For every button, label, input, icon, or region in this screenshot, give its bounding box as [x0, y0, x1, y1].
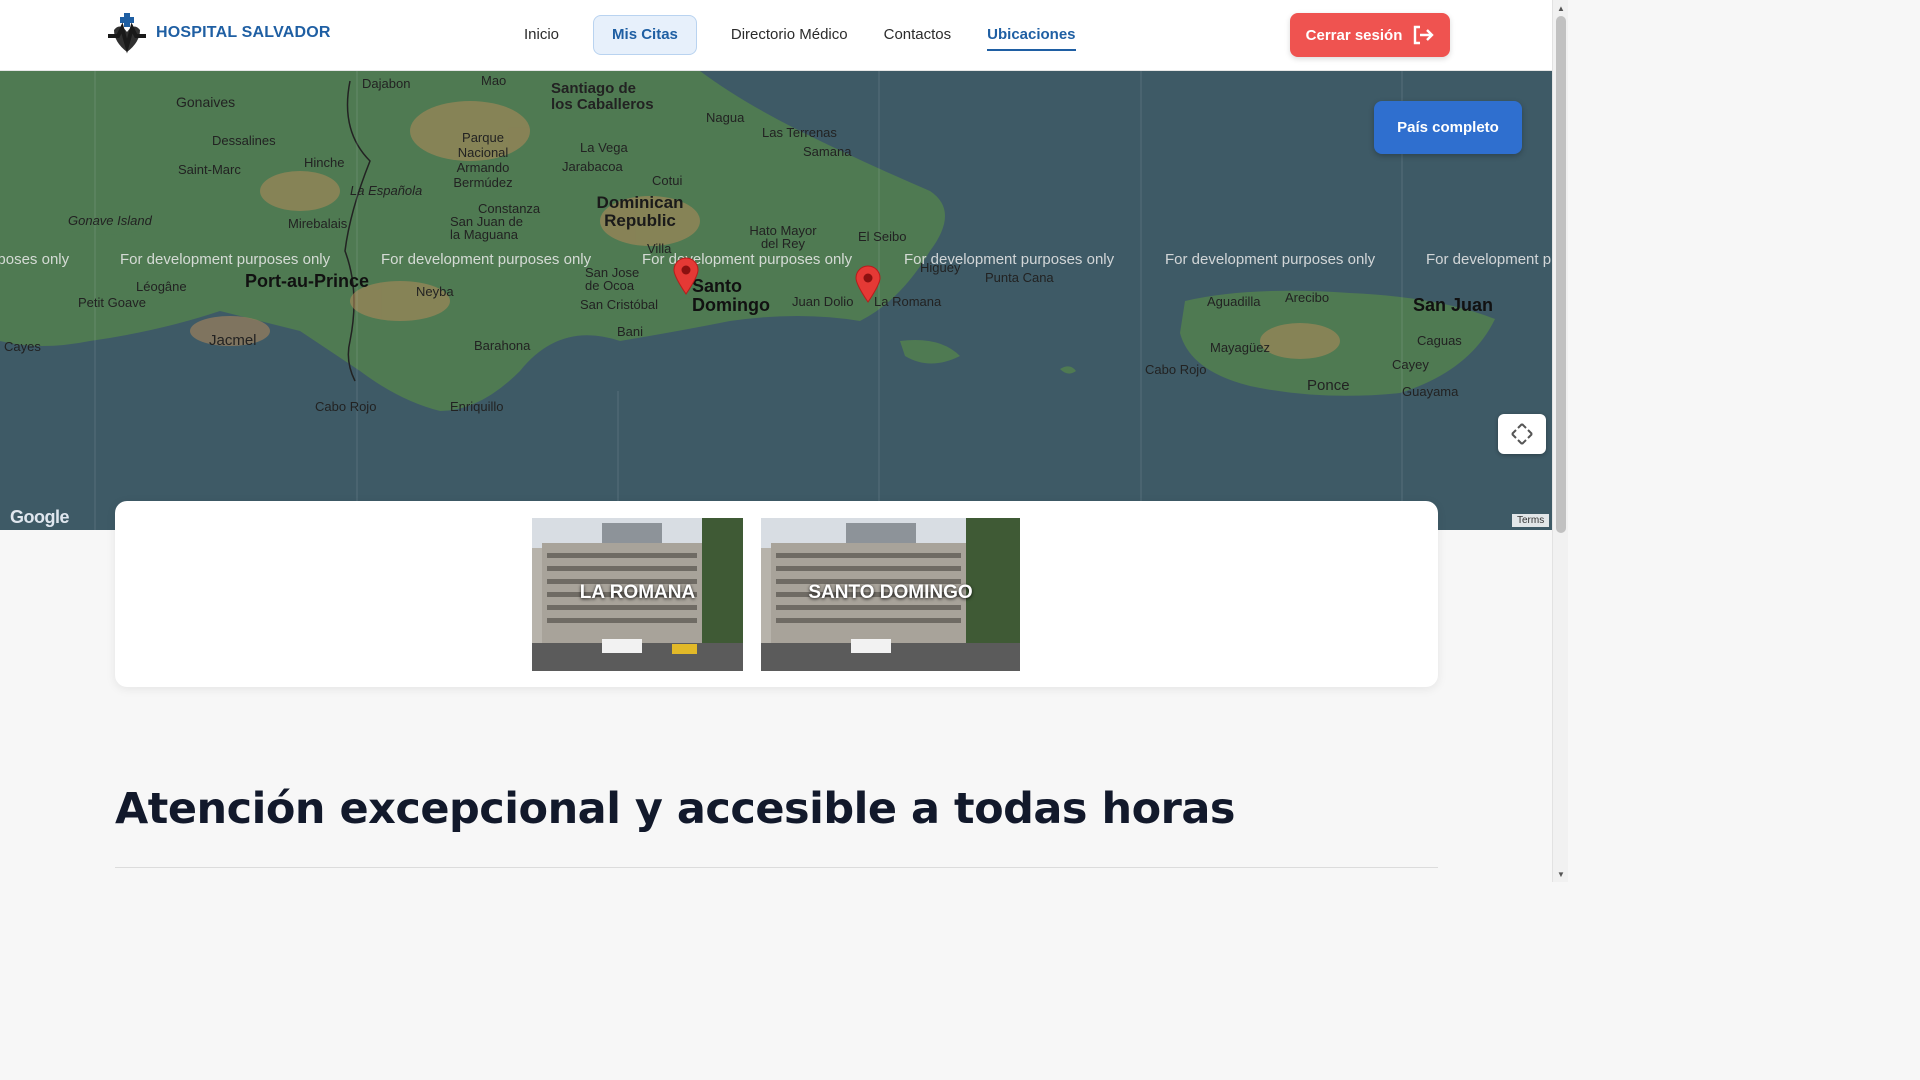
map-label-guayama: Guayama [1402, 384, 1459, 399]
brand-name: HOSPITAL SALVADOR [156, 24, 331, 41]
brand-logo[interactable]: HOSPITAL SALVADOR [104, 12, 331, 54]
map-label-gonave: Gonave Island [68, 213, 152, 228]
map-label-cotui: Cotui [652, 173, 683, 188]
map-label-mirebalais: Mirebalais [288, 216, 348, 231]
map-label-san-cristobal: San Cristóbal [580, 297, 659, 312]
map-label-arecibo: Arecibo [1285, 290, 1330, 305]
scroll-up-icon[interactable]: ▲ [1553, 0, 1569, 16]
page-scrollbar[interactable]: ▲ ▼ [1552, 0, 1568, 882]
fullscreen-icon [1511, 423, 1533, 445]
map-label-barahona: Barahona [474, 338, 531, 353]
map-label-cabo-rojo-pr: Cabo Rojo [1145, 362, 1207, 377]
map-label-san-juan-pr: San Juan [1413, 295, 1494, 315]
location-name: SANTO DOMINGO [808, 582, 973, 603]
dev-watermark: For development purposes only [0, 251, 70, 268]
dev-watermark: For development purposes only [1426, 251, 1552, 268]
map-label-petit-goave: Petit Goave [78, 295, 146, 310]
nav-inicio[interactable]: Inicio [506, 15, 577, 55]
map-label-saint-marc: Saint-Marc [178, 162, 241, 177]
map-label-la-romana: La Romana [874, 294, 942, 309]
map-label-caguas: Caguas [1417, 333, 1462, 348]
map-label-dessalines: Dessalines [212, 133, 276, 148]
location-name: LA ROMANA [579, 582, 696, 603]
map-label-cayes: Cayes [4, 339, 41, 354]
main-navigation: Inicio Mis Citas Directorio Médico Conta… [506, 15, 1094, 55]
map-label-la-vega: La Vega [580, 140, 628, 155]
map-label-juan-dolio: Juan Dolio [792, 294, 854, 309]
fullscreen-button[interactable] [1498, 414, 1546, 454]
map-label-punta-cana: Punta Cana [985, 270, 1054, 285]
map-label-mao: Mao [481, 73, 507, 88]
map-label-dominican-republic: Dominican Republic [596, 193, 684, 230]
map-label-samana: Samana [803, 144, 852, 159]
scroll-down-icon[interactable]: ▼ [1553, 866, 1569, 882]
map-label-la-espanola: La Española [350, 183, 423, 198]
nav-ubicaciones[interactable]: Ubicaciones [969, 15, 1093, 55]
map-terms-link[interactable]: Terms [1512, 514, 1550, 527]
dev-watermark: For development purposes only [1165, 251, 1376, 268]
hospital-logo-icon [108, 13, 146, 54]
map-label-leogane: Léogâne [136, 279, 187, 294]
map-label-neyba: Neyba [416, 284, 454, 299]
logout-icon [1414, 25, 1435, 45]
map-label-gonaives: Gonaives [176, 94, 236, 110]
map-label-cayey: Cayey [1392, 357, 1429, 372]
dev-watermark: For development purposes only [120, 251, 331, 268]
locations-map[interactable]: Gonaives Dessalines Saint-Marc Hinche La… [0, 71, 1552, 530]
map-label-san-juan: San Juan de la Maguana [450, 214, 524, 242]
nav-mis-citas[interactable]: Mis Citas [593, 15, 697, 55]
map-label-el-seibo: El Seibo [858, 229, 907, 244]
map-label-cabo-rojo-do: Cabo Rojo [315, 399, 377, 414]
map-label-hinche: Hinche [304, 155, 345, 170]
map-label-santiago: Santiago de los Caballeros [551, 80, 654, 113]
map-label-parque: Parque Nacional Armando Bermúdez [453, 130, 513, 190]
map-label-jacmel: Jacmel [209, 332, 257, 349]
marker-santo-domingo-icon[interactable] [672, 257, 700, 295]
location-card-la-romana[interactable]: LA ROMANA [532, 518, 743, 671]
scrollbar-thumb[interactable] [1556, 16, 1566, 533]
section-divider [115, 867, 1438, 868]
map-label-santo-domingo: Santo Domingo [692, 276, 770, 315]
map-label-jarabacoa: Jarabacoa [562, 159, 623, 174]
nav-directorio-medico[interactable]: Directorio Médico [713, 15, 866, 55]
map-label-bani: Bani [617, 324, 644, 339]
map-label-ponce: Ponce [1307, 377, 1350, 394]
section-headline: Atención excepcional y accesible a todas… [115, 784, 1235, 834]
map-label-dajabon: Dajabon [362, 76, 411, 91]
top-navbar: HOSPITAL SALVADOR Inicio Mis Citas Direc… [0, 0, 1552, 71]
location-card-santo-domingo[interactable]: SANTO DOMINGO [761, 518, 1020, 671]
map-label-port-au-prince: Port-au-Prince [245, 271, 370, 291]
nav-contactos[interactable]: Contactos [866, 15, 970, 55]
logout-label: Cerrar sesión [1305, 26, 1403, 44]
map-label-las-terrenas: Las Terrenas [762, 125, 837, 140]
marker-la-romana-icon[interactable] [854, 265, 882, 303]
dev-watermark: For development purposes only [381, 251, 592, 268]
map-label-enriquillo: Enriquillo [450, 399, 504, 414]
map-label-mayaguez: Mayagüez [1210, 340, 1270, 355]
map-label-hato-mayor: Hato Mayor del Rey [749, 223, 817, 251]
dev-watermark: For development purposes only [904, 251, 1115, 268]
map-label-nagua: Nagua [706, 110, 745, 125]
pais-completo-button[interactable]: País completo [1374, 101, 1522, 154]
locations-strip: LA ROMANA SANTO DOMINGO [115, 501, 1438, 687]
map-label-aguadilla: Aguadilla [1207, 294, 1261, 309]
logout-button[interactable]: Cerrar sesión [1290, 13, 1450, 57]
map-label-san-jose: San Jose de Ocoa [585, 265, 640, 293]
google-attribution: Google [10, 507, 70, 527]
